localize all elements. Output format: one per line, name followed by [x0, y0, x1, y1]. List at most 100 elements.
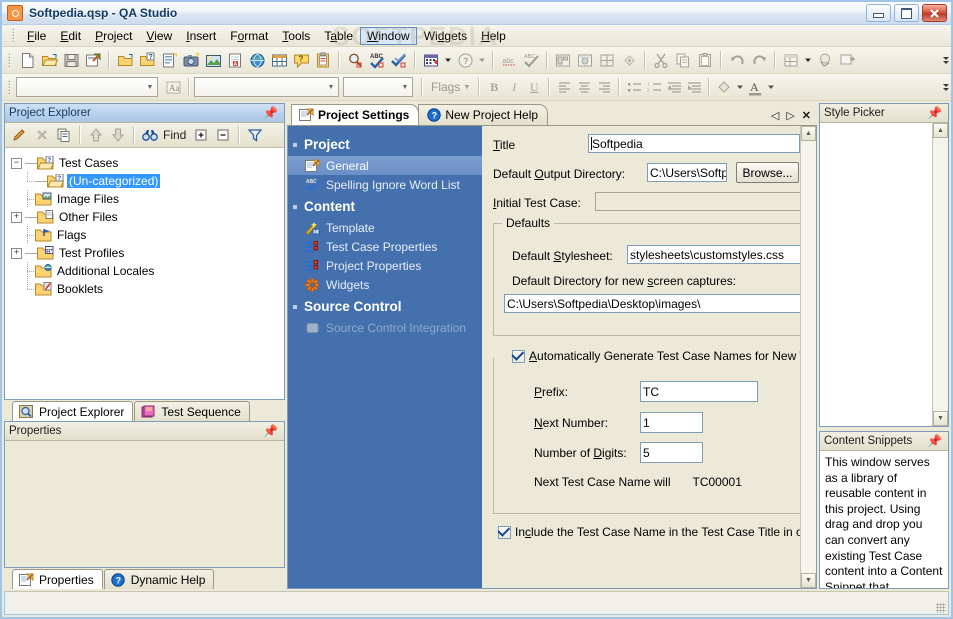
- scroll-track[interactable]: [801, 141, 816, 573]
- tree-item-flags[interactable]: Flags: [11, 226, 284, 244]
- help-balloon-icon[interactable]: ?: [290, 49, 312, 71]
- next-number-input[interactable]: 1: [640, 412, 703, 433]
- paste-icon[interactable]: [694, 49, 716, 71]
- new-folder-icon[interactable]: [114, 49, 136, 71]
- menu-edit[interactable]: Edit: [53, 27, 88, 45]
- save-icon[interactable]: [60, 49, 82, 71]
- pin-icon[interactable]: 📌: [927, 107, 944, 119]
- new-page-icon[interactable]: [158, 49, 180, 71]
- close-document-icon[interactable]: ✕: [802, 109, 811, 122]
- table-dropdown-icon[interactable]: [780, 49, 802, 71]
- spell-check-all-icon[interactable]: [388, 49, 410, 71]
- font-size-combo[interactable]: ▼: [343, 77, 413, 97]
- maximize-button[interactable]: [894, 4, 919, 22]
- scroll-down-button[interactable]: ▼: [801, 573, 816, 588]
- spelling-icon[interactable]: ABC: [520, 49, 542, 71]
- align-center-icon[interactable]: [574, 77, 594, 97]
- arrow-down-icon[interactable]: [107, 124, 129, 146]
- italic-icon[interactable]: I: [504, 77, 524, 97]
- fill-color-icon[interactable]: [714, 77, 734, 97]
- minimize-button[interactable]: [866, 4, 891, 22]
- copy-icon[interactable]: [53, 124, 75, 146]
- tree-item-image-files[interactable]: Image Files: [11, 190, 284, 208]
- toolbar-drag-grip[interactable]: [8, 52, 11, 68]
- menu-widgets[interactable]: Widgets: [417, 27, 474, 45]
- nav-item-general[interactable]: General: [288, 156, 482, 175]
- digits-input[interactable]: 5: [640, 442, 703, 463]
- menu-view[interactable]: View: [139, 27, 179, 45]
- new-test-case-icon[interactable]: ??: [136, 49, 158, 71]
- redo-icon[interactable]: [748, 49, 770, 71]
- insert-image-icon[interactable]: [202, 49, 224, 71]
- title-input[interactable]: Softpedia: [588, 134, 800, 153]
- grid-icon[interactable]: [596, 49, 618, 71]
- new-document-icon[interactable]: [16, 49, 38, 71]
- flags-dropdown-button[interactable]: Flags ▼: [427, 80, 474, 94]
- doc-tab-project-settings[interactable]: Project Settings: [291, 104, 420, 125]
- tab-test-sequence[interactable]: Test Sequence: [134, 401, 250, 421]
- save-as-icon[interactable]: [82, 49, 104, 71]
- include-name-checkbox[interactable]: Include the Test Case Name in the Test C…: [497, 523, 800, 539]
- scroll-up-button[interactable]: ▲: [801, 126, 816, 141]
- project-tree[interactable]: − ? Test Cases ? (Un-categorized) Image …: [5, 148, 284, 399]
- expand-icon[interactable]: +: [11, 211, 22, 223]
- collapse-icon[interactable]: −: [11, 157, 22, 169]
- preview-icon[interactable]: [618, 49, 640, 71]
- nav-item-test-case-properties[interactable]: Test Case Properties: [288, 237, 482, 256]
- table-chevron-down-icon[interactable]: [802, 49, 814, 71]
- binoculars-icon[interactable]: [139, 124, 161, 146]
- menu-format[interactable]: Format: [223, 27, 275, 45]
- bold-icon[interactable]: B: [484, 77, 504, 97]
- format-toolbar-overflow[interactable]: [941, 76, 951, 98]
- expand-all-icon[interactable]: [190, 124, 212, 146]
- font-combo[interactable]: ▼: [194, 77, 339, 97]
- scroll-track[interactable]: [933, 138, 948, 411]
- close-button[interactable]: [922, 4, 947, 22]
- capture-directory-input[interactable]: C:\Users\Softpedia\Desktop\images\: [504, 294, 800, 313]
- format-toolbar-drag-grip[interactable]: [8, 79, 11, 95]
- nav-item-template[interactable]: T Template: [288, 218, 482, 237]
- menu-tools[interactable]: Tools: [275, 27, 317, 45]
- menu-insert[interactable]: Insert: [179, 27, 223, 45]
- next-tab-icon[interactable]: ▷: [786, 109, 794, 122]
- autogenerate-checkbox[interactable]: Automatically Generate Test Case Names f…: [510, 347, 800, 363]
- increase-indent-icon[interactable]: [684, 77, 704, 97]
- nav-item-project-properties[interactable]: Project Properties: [288, 256, 482, 275]
- numbered-list-icon[interactable]: 12: [644, 77, 664, 97]
- help-circle-icon[interactable]: ?: [454, 49, 476, 71]
- scroll-up-button[interactable]: ▲: [933, 123, 948, 138]
- find-icon[interactable]: [344, 49, 366, 71]
- clipboard-icon[interactable]: [312, 49, 334, 71]
- menu-file[interactable]: File: [20, 27, 53, 45]
- edit-pencil-icon[interactable]: [9, 124, 31, 146]
- calendar-add-icon[interactable]: [420, 49, 442, 71]
- style-picker-list[interactable]: [820, 123, 932, 426]
- pin-icon[interactable]: 📌: [263, 425, 280, 437]
- scroll-down-button[interactable]: ▼: [933, 411, 948, 426]
- prefix-input[interactable]: TC: [640, 381, 758, 402]
- tree-item-test-cases[interactable]: − ? Test Cases: [11, 154, 284, 172]
- form-vertical-scrollbar[interactable]: ▲ ▼: [800, 126, 816, 588]
- align-left-icon[interactable]: [554, 77, 574, 97]
- doc-tab-new-project-help[interactable]: ? New Project Help: [418, 104, 549, 125]
- font-color-icon[interactable]: A: [745, 77, 765, 97]
- tree-item-test-profiles[interactable]: + Test Profiles: [11, 244, 284, 262]
- fill-color-chevron-down-icon[interactable]: [734, 76, 745, 98]
- output-directory-input[interactable]: C:\Users\Softpı: [647, 163, 727, 182]
- decrease-indent-icon[interactable]: [664, 77, 684, 97]
- tree-item-booklets[interactable]: Booklets: [11, 280, 284, 298]
- menu-drag-grip[interactable]: [12, 28, 15, 43]
- tab-project-explorer[interactable]: Project Explorer: [12, 401, 134, 421]
- widget-panel-icon[interactable]: [552, 49, 574, 71]
- resize-grip-icon[interactable]: [936, 603, 946, 613]
- filter-funnel-icon[interactable]: [244, 124, 266, 146]
- publish-web-icon[interactable]: [246, 49, 268, 71]
- stylesheet-input[interactable]: stylesheets\customstyles.css: [627, 245, 800, 264]
- browse-button[interactable]: Browse...: [736, 162, 799, 183]
- tree-item-un-categorized[interactable]: ? (Un-categorized): [11, 172, 284, 190]
- menu-help[interactable]: Help: [474, 27, 513, 45]
- widget-ball-icon[interactable]: [574, 49, 596, 71]
- nav-item-widgets[interactable]: Widgets: [288, 275, 482, 294]
- spell-check-icon[interactable]: ABC: [366, 49, 388, 71]
- undo-icon[interactable]: [726, 49, 748, 71]
